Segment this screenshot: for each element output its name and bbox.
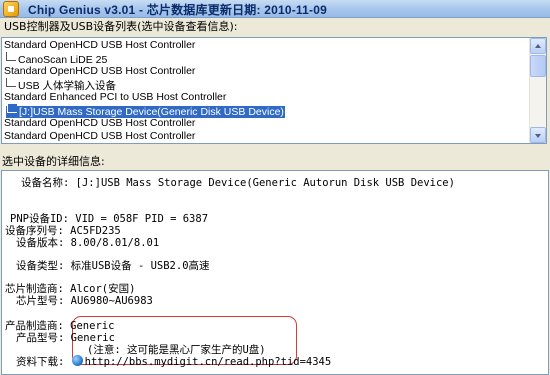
version-value: 8.00/8.01/8.01 [70,237,160,249]
chip-model-line: 芯片型号: AU6980~AU6983 [16,293,153,308]
device-name-key: 设备名称: [21,177,70,189]
details-pane[interactable]: 设备名称: [J:]USB Mass Storage Device(Generi… [1,170,549,375]
download-line: 资料下载: http://bbs.mydigit.cn/read.php?tid… [16,354,331,369]
chip-model-key: 芯片型号: [16,295,65,307]
scroll-thumb[interactable] [530,55,546,77]
device-item[interactable]: CanoScan LiDE 25 [2,52,529,66]
device-item-label: Standard Enhanced PCI to USB Host Contro… [4,91,227,103]
chip-model-value: AU6980~AU6983 [70,295,153,307]
device-item-label: Standard OpenHCD USB Host Controller [4,117,196,129]
type-line: 设备类型: 标准USB设备 - USB2.0高速 [16,258,210,273]
type-key: 设备类型: [16,260,65,272]
device-item-label: Standard OpenHCD USB Host Controller [4,130,196,142]
device-name-value: [J:]USB Mass Storage Device(Generic Auto… [75,177,455,189]
version-key: 设备版本: [16,237,65,249]
device-list-rows: Standard OpenHCD USB Host Controller Cano… [2,39,529,143]
tree-connector-icon [6,52,16,61]
globe-icon [71,355,83,366]
app-icon [3,1,19,17]
device-list[interactable]: Standard OpenHCD USB Host Controller Cano… [1,37,547,144]
scroll-up-arrow-icon[interactable] [530,38,546,54]
window-title: Chip Genius v3.01 - 芯片数据库更新日期: 2010-11-0… [28,3,327,17]
version-line: 设备版本: 8.00/8.01/8.01 [16,235,159,250]
download-key: 资料下载: [16,356,65,368]
device-item-selected[interactable]: [J:]USB Mass Storage Device(Generic Disk… [2,104,529,118]
device-item[interactable]: Standard OpenHCD USB Host Controller [2,65,529,78]
download-link[interactable]: http://bbs.mydigit.cn/read.php?tid=4345 [85,356,332,368]
details-label: 选中设备的详细信息: [2,155,105,168]
tree-connector-icon [6,78,16,87]
device-list-label: USB控制器及USB设备列表(选中设备查看信息): [4,20,238,33]
tree-connector-icon [7,104,17,113]
device-item[interactable]: Standard Enhanced PCI to USB Host Contro… [2,91,529,104]
type-value: 标准USB设备 - USB2.0高速 [70,260,210,272]
device-item-label: Standard OpenHCD USB Host Controller [4,65,196,77]
device-list-scrollbar[interactable] [529,38,546,143]
title-bar: Chip Genius v3.01 - 芯片数据库更新日期: 2010-11-0… [0,0,550,18]
scroll-down-arrow-icon[interactable] [530,127,546,143]
device-item[interactable]: USB 人体学输入设备 [2,78,529,92]
device-item[interactable]: Standard OpenHCD USB Host Controller [2,130,529,143]
device-name-line: 设备名称: [J:]USB Mass Storage Device(Generi… [21,175,455,190]
device-item-label: Standard OpenHCD USB Host Controller [4,39,196,51]
product-model-key: 产品型号: [16,332,65,344]
device-item[interactable]: Standard OpenHCD USB Host Controller [2,39,529,52]
device-item[interactable]: Standard OpenHCD USB Host Controller [2,117,529,130]
